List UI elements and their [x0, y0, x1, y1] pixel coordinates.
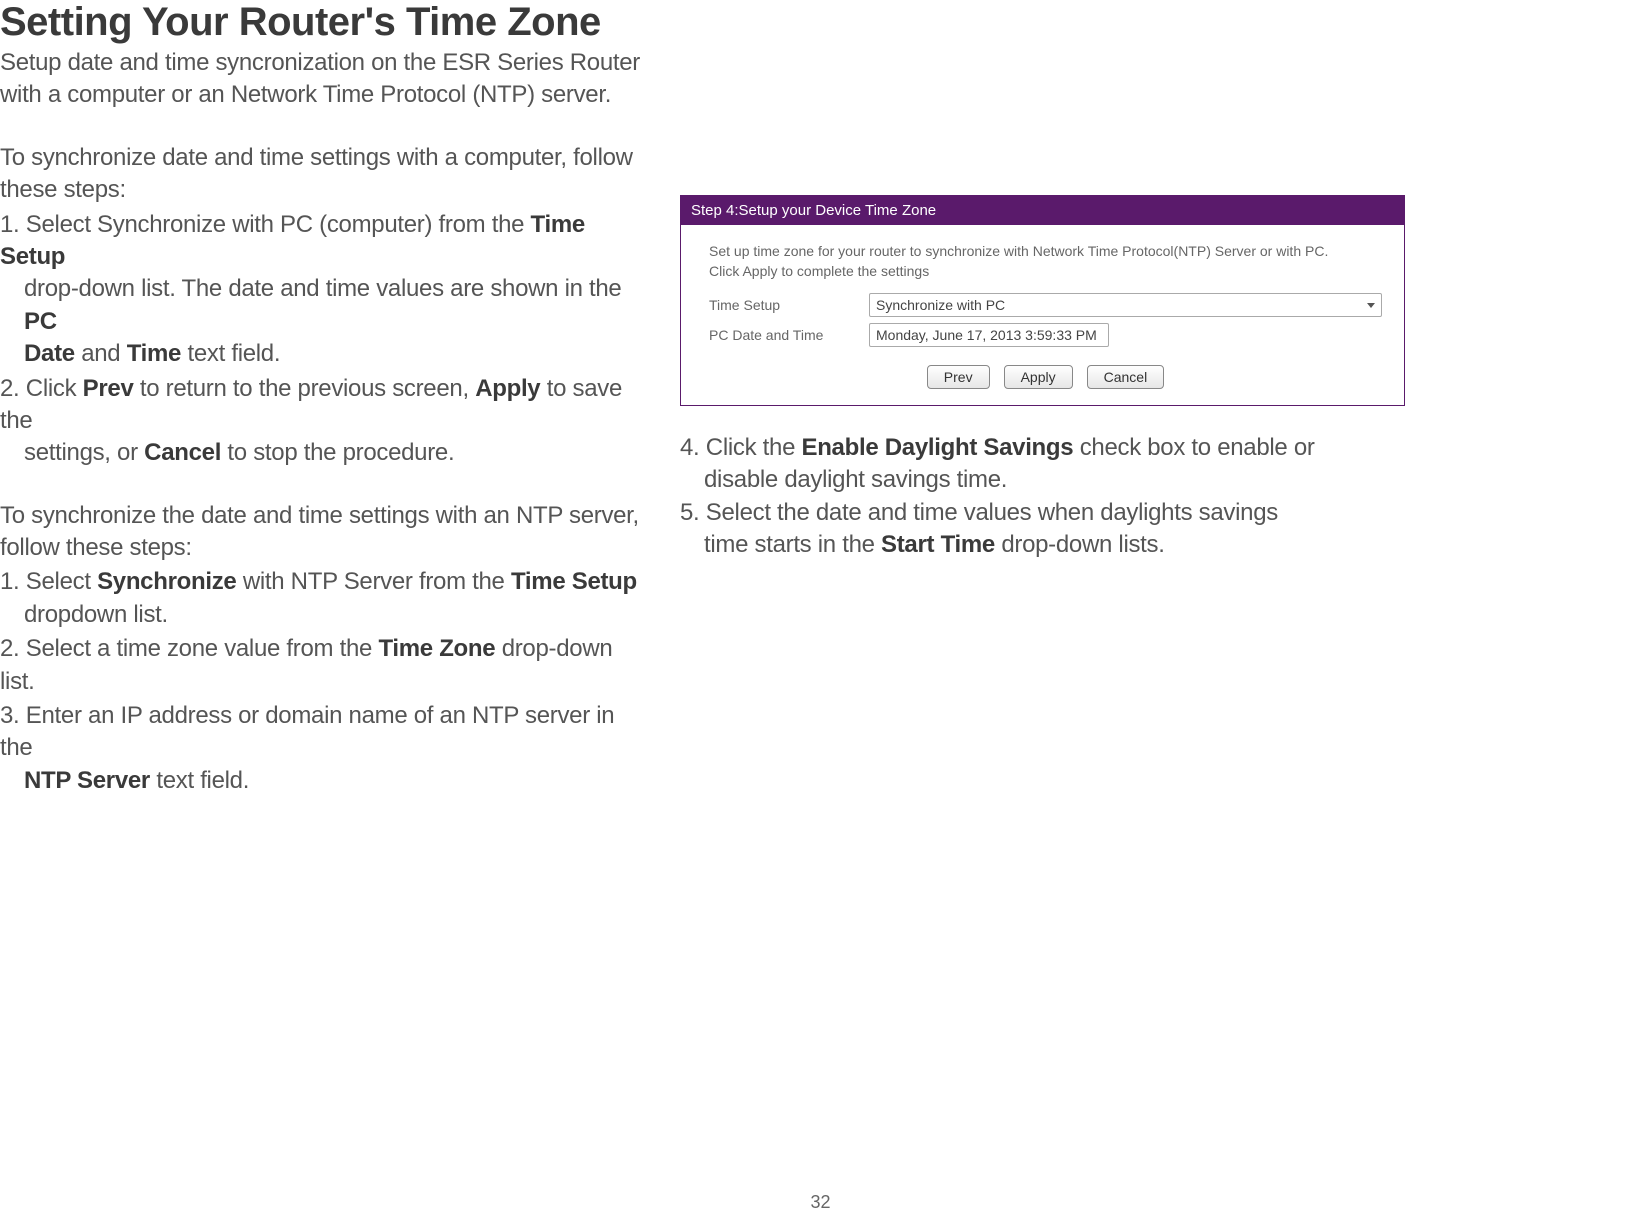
- bold-pc: PC: [24, 308, 57, 335]
- text: 1. Select Synchronize with PC (computer)…: [0, 211, 531, 238]
- right-step-5: 5. Select the date and time values when …: [680, 497, 1640, 562]
- bold-cancel: Cancel: [144, 439, 221, 466]
- bold-time-zone: Time Zone: [378, 635, 495, 662]
- bold-apply: Apply: [475, 375, 540, 402]
- pc-step-1: 1. Select Synchronize with PC (computer)…: [0, 209, 640, 371]
- text: settings, or: [24, 439, 144, 466]
- text: 2. Click: [0, 375, 83, 402]
- bold-synchronize: Synchronize: [97, 568, 236, 595]
- left-column: Setting Your Router's Time Zone Setup da…: [0, 0, 640, 797]
- right-column: Step 4:Setup your Device Time Zone Set u…: [640, 0, 1640, 797]
- ntp-intro-line-2: follow these steps:: [0, 532, 640, 564]
- text: 1. Select: [0, 568, 97, 595]
- subtitle-line-1: Setup date and time syncronization on th…: [0, 47, 640, 79]
- text: 5. Select the date and time values when …: [680, 499, 1278, 526]
- bold-time-setup-2: Time Setup: [511, 568, 637, 595]
- bold-ntp-server: NTP Server: [24, 767, 150, 794]
- text: and: [75, 340, 127, 367]
- apply-button[interactable]: Apply: [1004, 365, 1073, 389]
- ntp-intro-line-1: To synchronize the date and time setting…: [0, 500, 640, 532]
- text: check box to enable or: [1073, 434, 1314, 461]
- pc-intro-line-2: these steps:: [0, 174, 640, 206]
- time-setup-select[interactable]: Synchronize with PC: [869, 293, 1382, 317]
- bold-date: Date: [24, 340, 75, 367]
- time-setup-value: Synchronize with PC: [876, 297, 1005, 313]
- screenshot-desc-1: Set up time zone for your router to sync…: [709, 243, 1382, 259]
- text: 3. Enter an IP address or domain name of…: [0, 702, 614, 761]
- text: 4. Click the: [680, 434, 801, 461]
- pc-intro-line-1: To synchronize date and time settings wi…: [0, 142, 640, 174]
- time-setup-row: Time Setup Synchronize with PC: [709, 293, 1382, 317]
- chevron-down-icon: [1367, 303, 1375, 308]
- text: 2. Select a time zone value from the: [0, 635, 378, 662]
- text: text field.: [150, 767, 249, 794]
- bold-prev: Prev: [83, 375, 134, 402]
- screenshot-header: Step 4:Setup your Device Time Zone: [681, 196, 1404, 225]
- text: dropdown list.: [0, 599, 640, 631]
- text: drop-down lists.: [995, 531, 1165, 558]
- page-number: 32: [810, 1192, 830, 1213]
- cancel-button[interactable]: Cancel: [1087, 365, 1165, 389]
- pc-datetime-row: PC Date and Time Monday, June 17, 2013 3…: [709, 323, 1382, 347]
- pc-datetime-label: PC Date and Time: [709, 327, 869, 343]
- pc-step-2: 2. Click Prev to return to the previous …: [0, 373, 640, 470]
- ntp-step-3: 3. Enter an IP address or domain name of…: [0, 700, 640, 797]
- prev-button[interactable]: Prev: [927, 365, 990, 389]
- bold-start-time: Start Time: [881, 531, 995, 558]
- pc-datetime-value: Monday, June 17, 2013 3:59:33 PM: [876, 327, 1097, 343]
- text: to return to the previous screen,: [134, 375, 476, 402]
- pc-datetime-input[interactable]: Monday, June 17, 2013 3:59:33 PM: [869, 323, 1109, 347]
- screenshot-desc-2: Click Apply to complete the settings: [709, 263, 1382, 279]
- text: disable daylight savings time.: [680, 464, 1640, 496]
- page-title: Setting Your Router's Time Zone: [0, 0, 640, 45]
- text: text field.: [181, 340, 280, 367]
- bold-time: Time: [127, 340, 181, 367]
- ntp-step-2: 2. Select a time zone value from the Tim…: [0, 633, 640, 698]
- router-screenshot: Step 4:Setup your Device Time Zone Set u…: [680, 195, 1405, 406]
- bold-enable-dst: Enable Daylight Savings: [801, 434, 1073, 461]
- text: time starts in the: [704, 531, 881, 558]
- text: drop-down list. The date and time values…: [24, 275, 621, 302]
- time-setup-label: Time Setup: [709, 297, 869, 313]
- subtitle-line-2: with a computer or an Network Time Proto…: [0, 79, 640, 111]
- right-step-4: 4. Click the Enable Daylight Savings che…: [680, 432, 1640, 497]
- text: with NTP Server from the: [236, 568, 511, 595]
- text: to stop the procedure.: [221, 439, 454, 466]
- ntp-step-1: 1. Select Synchronize with NTP Server fr…: [0, 566, 640, 631]
